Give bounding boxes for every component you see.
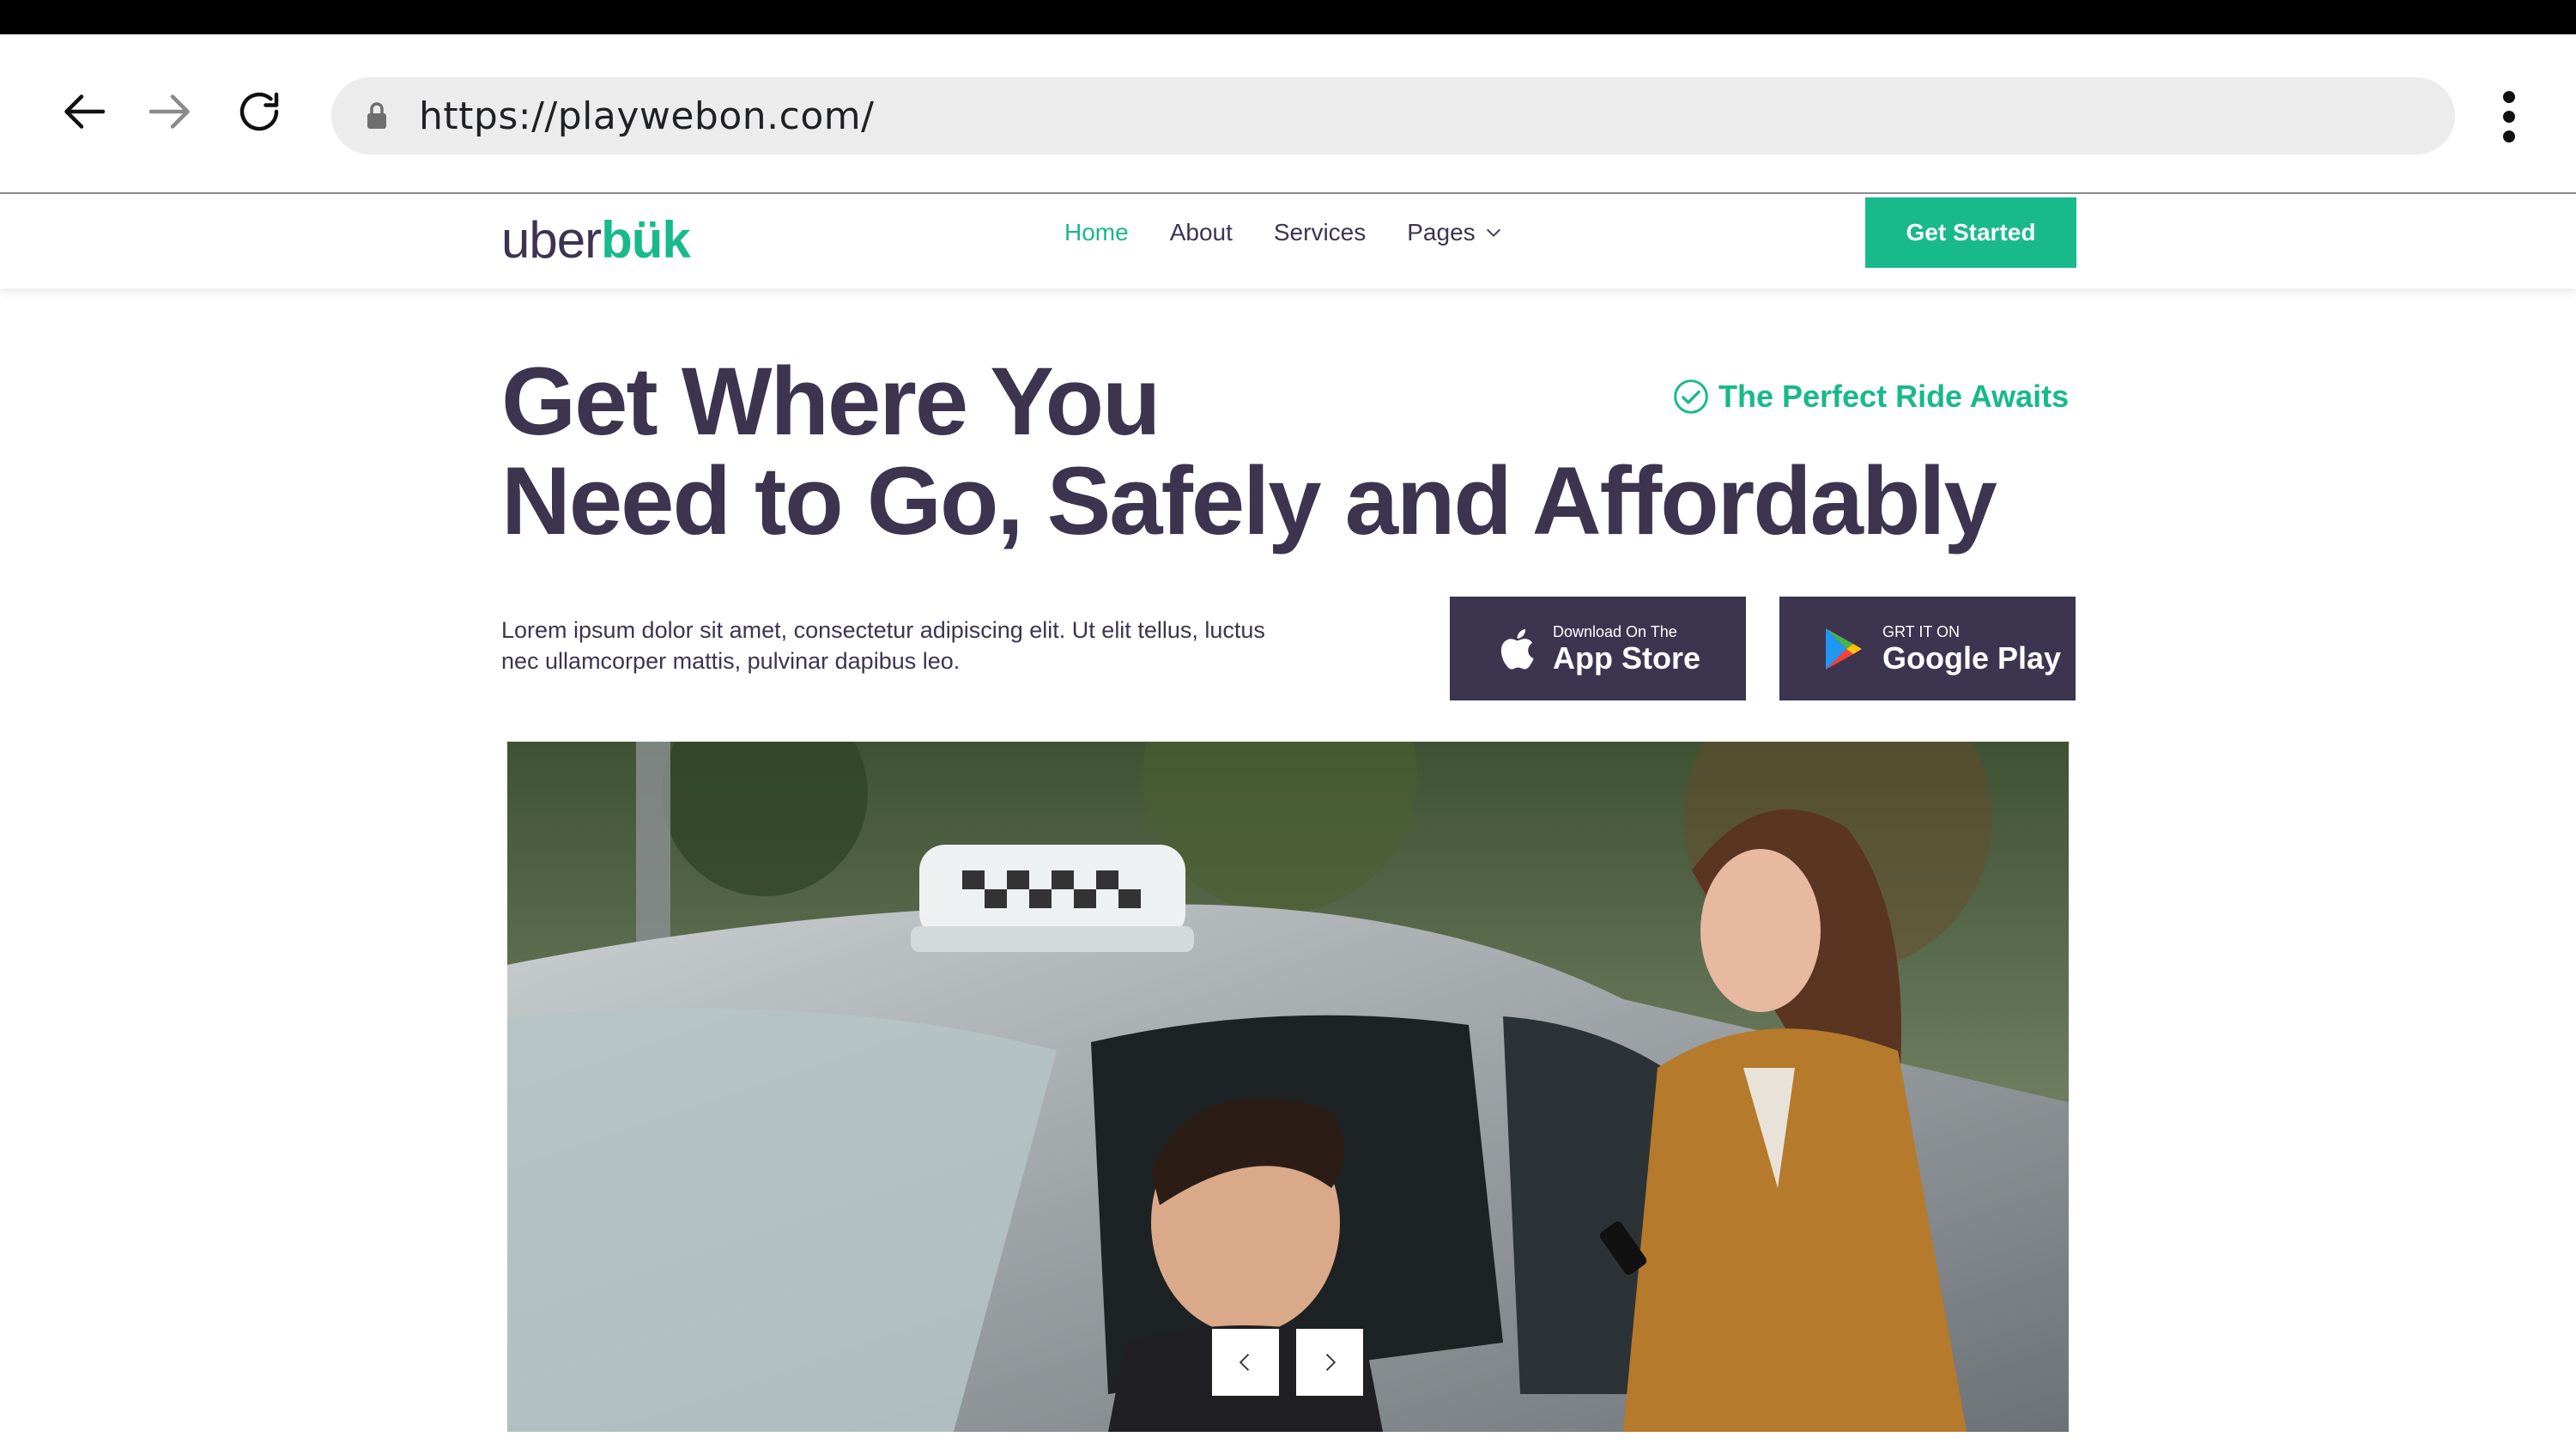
reload-icon	[239, 92, 279, 131]
nav-item-about[interactable]: About	[1170, 219, 1233, 246]
nav-item-pages-label: Pages	[1407, 219, 1476, 246]
hero-tagline: The Perfect Ride Awaits	[1672, 378, 2069, 415]
nav-item-home[interactable]: Home	[1064, 219, 1129, 246]
arrow-left-icon	[64, 94, 106, 129]
chevron-right-icon	[1325, 1354, 1336, 1371]
google-play-big-label: Google Play	[1882, 640, 2062, 676]
slider-next-button[interactable]	[1296, 1329, 1363, 1396]
hero-image	[507, 742, 2069, 1432]
arrow-right-icon	[148, 94, 190, 129]
slider-prev-button[interactable]	[1212, 1329, 1279, 1396]
url-text: https://playwebon.com/	[419, 94, 875, 138]
logo-text-accent: bük	[601, 210, 691, 269]
logo-text-primary: uber	[501, 210, 602, 269]
get-started-button[interactable]: Get Started	[1865, 197, 2076, 268]
app-store-text: Download On The App Store	[1553, 622, 1700, 676]
chevron-down-icon	[1486, 228, 1500, 237]
app-store-button[interactable]: Download On The App Store	[1450, 597, 1746, 700]
site-header: uber bük Home About Services Pages Get S…	[0, 196, 2576, 288]
reload-button[interactable]	[232, 84, 287, 139]
back-button[interactable]	[58, 84, 113, 139]
nav-item-pages[interactable]: Pages	[1407, 219, 1502, 246]
google-play-text: GRT IT ON Google Play	[1882, 622, 2061, 676]
check-circle-icon	[1674, 379, 1708, 414]
app-store-small-label: Download On The	[1553, 622, 1677, 640]
status-bar	[0, 0, 2576, 34]
hero-description: Lorem ipsum dolor sit amet, consectetur …	[501, 617, 1265, 674]
browser-toolbar: https://playwebon.com/	[0, 34, 2576, 194]
hero-title-line-2: Need to Go, Safely and Affordably	[501, 447, 1997, 555]
google-play-small-label: GRT IT ON	[1882, 622, 1961, 640]
apple-icon	[1491, 625, 1539, 673]
nav-item-services[interactable]: Services	[1274, 219, 1366, 246]
tagline-text: The Perfect Ride Awaits	[1718, 379, 2070, 414]
taxi-scene-illustration	[507, 742, 2069, 1432]
chevron-left-icon	[1239, 1354, 1250, 1371]
address-bar[interactable]: https://playwebon.com/	[331, 77, 2455, 155]
more-vertical-icon	[2503, 91, 2515, 103]
site-logo[interactable]: uber bük	[501, 203, 691, 276]
lock-icon	[366, 99, 395, 133]
google-play-icon	[1821, 625, 1869, 673]
browser-menu-button[interactable]	[2488, 88, 2531, 146]
app-store-big-label: App Store	[1553, 640, 1701, 676]
forward-button[interactable]	[141, 84, 196, 139]
google-play-button[interactable]: GRT IT ON Google Play	[1779, 597, 2076, 700]
main-nav: Home About Services Pages	[1064, 196, 1503, 270]
